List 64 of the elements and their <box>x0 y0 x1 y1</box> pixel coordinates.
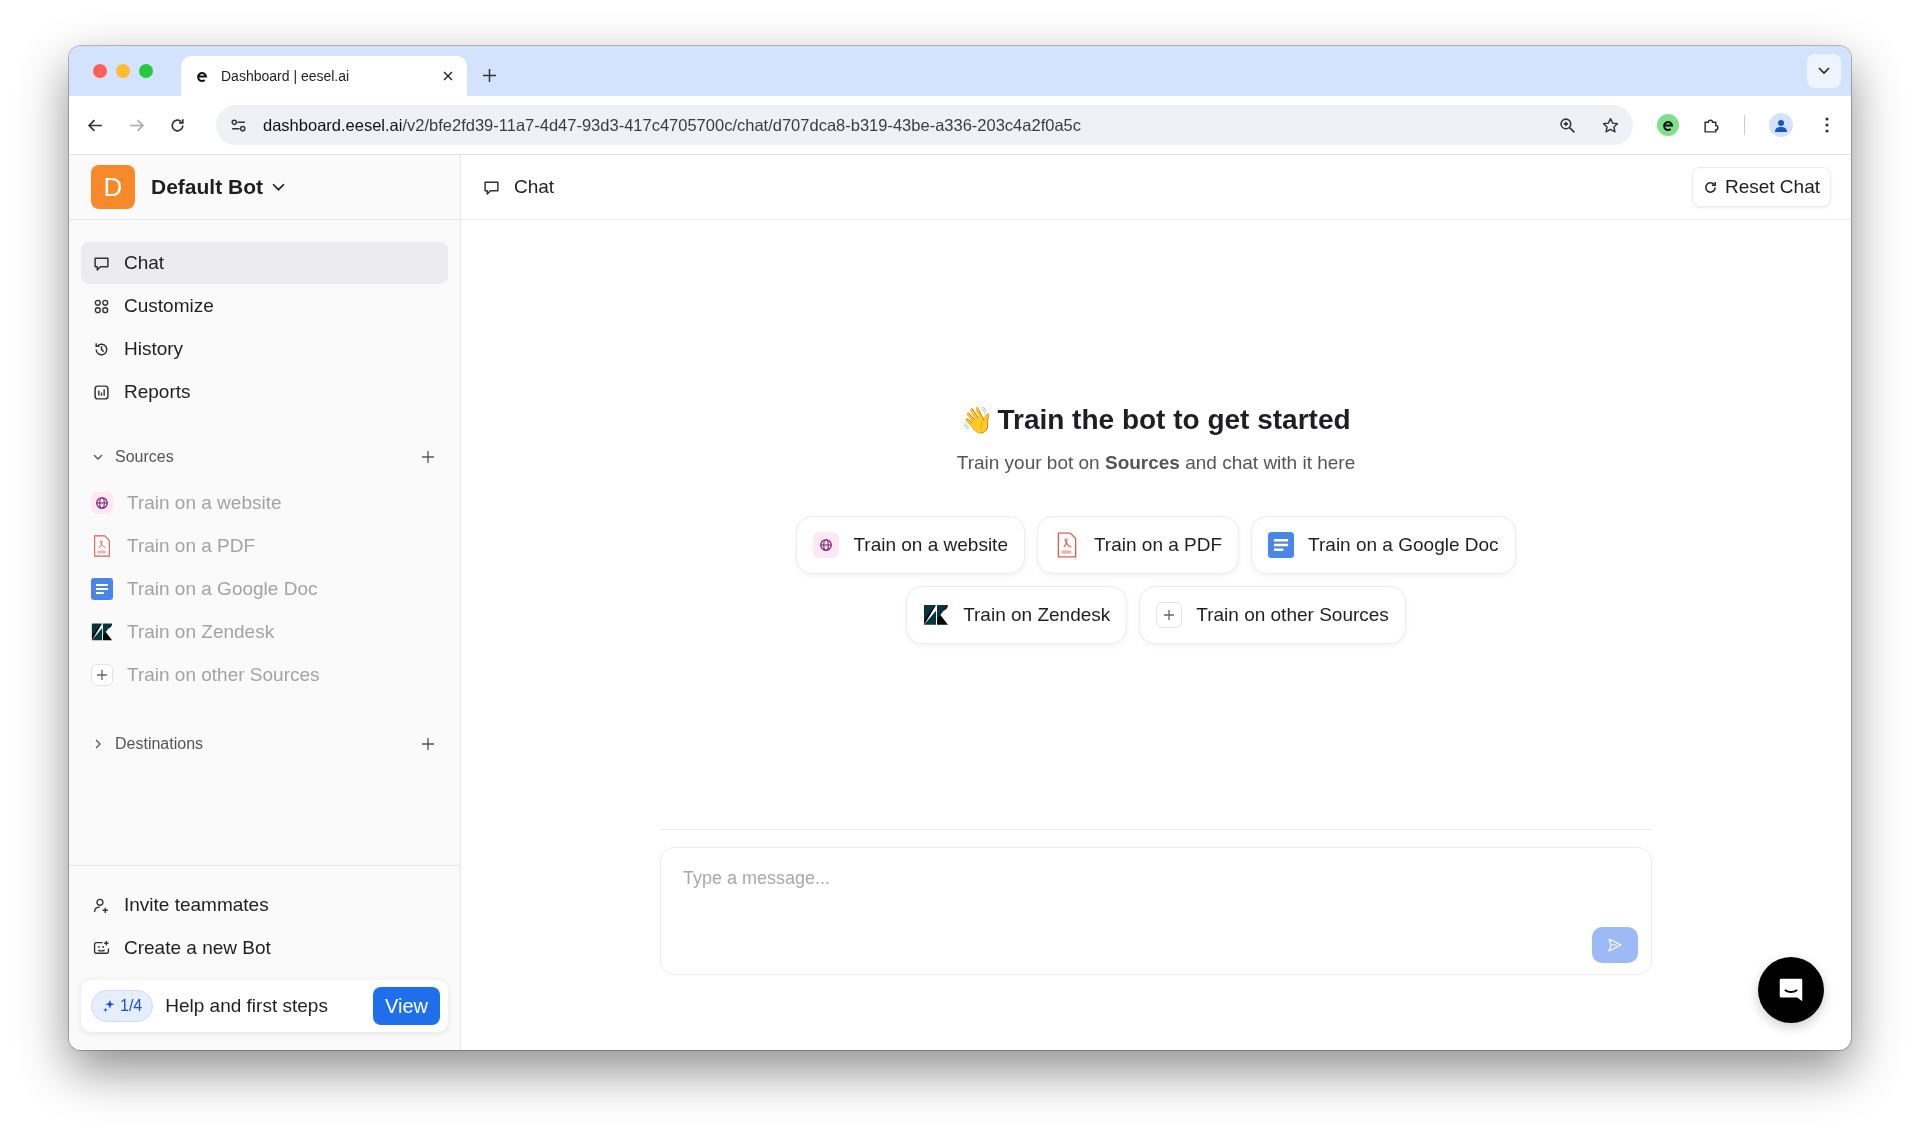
speech-bubble-icon <box>483 178 500 196</box>
add-icon[interactable] <box>422 451 434 463</box>
browser-tab[interactable]: Dashboard | eesel.ai <box>181 56 467 96</box>
bot-plus-icon <box>93 939 110 957</box>
shapes-icon <box>93 297 110 315</box>
bot-avatar: D <box>91 165 135 209</box>
reset-chat-button[interactable]: Reset Chat <box>1691 167 1831 207</box>
send-icon <box>1607 937 1623 953</box>
star-icon[interactable] <box>1602 116 1619 134</box>
train-source-button[interactable]: Train on a Google Doc <box>1251 516 1516 574</box>
plus-icon <box>91 663 113 686</box>
page-title: Chat <box>514 176 555 198</box>
train-source-button[interactable]: Train on other Sources <box>1139 586 1406 644</box>
train-source-button[interactable]: Train on a website <box>796 516 1025 574</box>
speech-bubble-icon <box>93 254 110 272</box>
tab-menu-button[interactable] <box>1807 54 1841 88</box>
subtitle: Train your bot on Sources and chat with it here <box>956 452 1356 474</box>
bot-selector[interactable]: Default Bot <box>151 175 285 199</box>
help-label: Help and first steps <box>165 995 329 1017</box>
chevron-down-icon <box>93 452 103 462</box>
add-icon[interactable] <box>422 738 434 750</box>
train-source-button[interactable]: Train on a PDF <box>1036 516 1240 574</box>
chevron-right-icon <box>93 739 103 749</box>
profile-avatar-icon[interactable] <box>1769 113 1793 137</box>
document-icon <box>1268 532 1295 558</box>
footer-link[interactable]: Invite teammates <box>81 884 448 926</box>
section-toggle[interactable]: Sources <box>93 448 174 466</box>
url-text: dashboard.eesel.ai/v2/bfe2fd39-11a7-4d47-93d3-417c4705700c/chat/d707dca8-b319-43be-a336-203c4a2f0a5c <box>263 115 1082 135</box>
history-icon <box>93 340 110 358</box>
plus-icon <box>1156 602 1183 628</box>
nav-item[interactable]: Chat <box>81 242 448 284</box>
new-tab-icon[interactable] <box>483 69 496 82</box>
section-toggle[interactable]: Destinations <box>93 735 204 753</box>
more-options-icon[interactable] <box>1825 117 1829 133</box>
chart-icon <box>93 383 110 401</box>
nav-item[interactable]: Reports <box>81 371 448 413</box>
document-icon <box>91 577 113 600</box>
chat-launcher-button[interactable] <box>1758 957 1824 1023</box>
nav-item[interactable]: History <box>81 328 448 370</box>
add-user-icon <box>93 896 110 914</box>
message-field[interactable]: Type a message... <box>660 847 1652 975</box>
pdf-file-icon <box>91 534 113 557</box>
site-logo-icon <box>195 69 209 83</box>
chevron-down-icon <box>272 182 285 192</box>
zendesk-logo-icon <box>923 602 950 628</box>
train-source-button[interactable]: Train on Zendesk <box>906 586 1128 644</box>
address-bar[interactable]: dashboard.eesel.ai/v2/bfe2fd39-11a7-4d47-93d3-417c4705700c/chat/d707dca8-b319-43be-a336-203c4a2f0a5c <box>216 105 1633 145</box>
close-icon[interactable] <box>443 71 453 81</box>
view-button[interactable]: View <box>373 987 440 1025</box>
heading: Train the bot to get started <box>997 404 1351 436</box>
puzzle-icon[interactable] <box>1703 116 1720 134</box>
sparkle-icon <box>102 999 116 1013</box>
tab-title: Dashboard | eesel.ai <box>221 68 351 84</box>
chevron-down-icon <box>1818 67 1830 75</box>
waving-hand-emoji: 👋 <box>961 404 994 436</box>
nav-item[interactable]: Customize <box>81 285 448 327</box>
globe-icon <box>91 491 113 514</box>
reload-icon[interactable] <box>169 116 186 134</box>
zoom-icon[interactable] <box>1559 116 1576 134</box>
globe-icon <box>813 532 840 558</box>
footer-link[interactable]: Create a new Bot <box>81 927 448 969</box>
extension-logo-icon[interactable] <box>1657 114 1679 136</box>
refresh-icon <box>1702 179 1718 195</box>
progress-badge: 1/4 <box>91 990 154 1022</box>
